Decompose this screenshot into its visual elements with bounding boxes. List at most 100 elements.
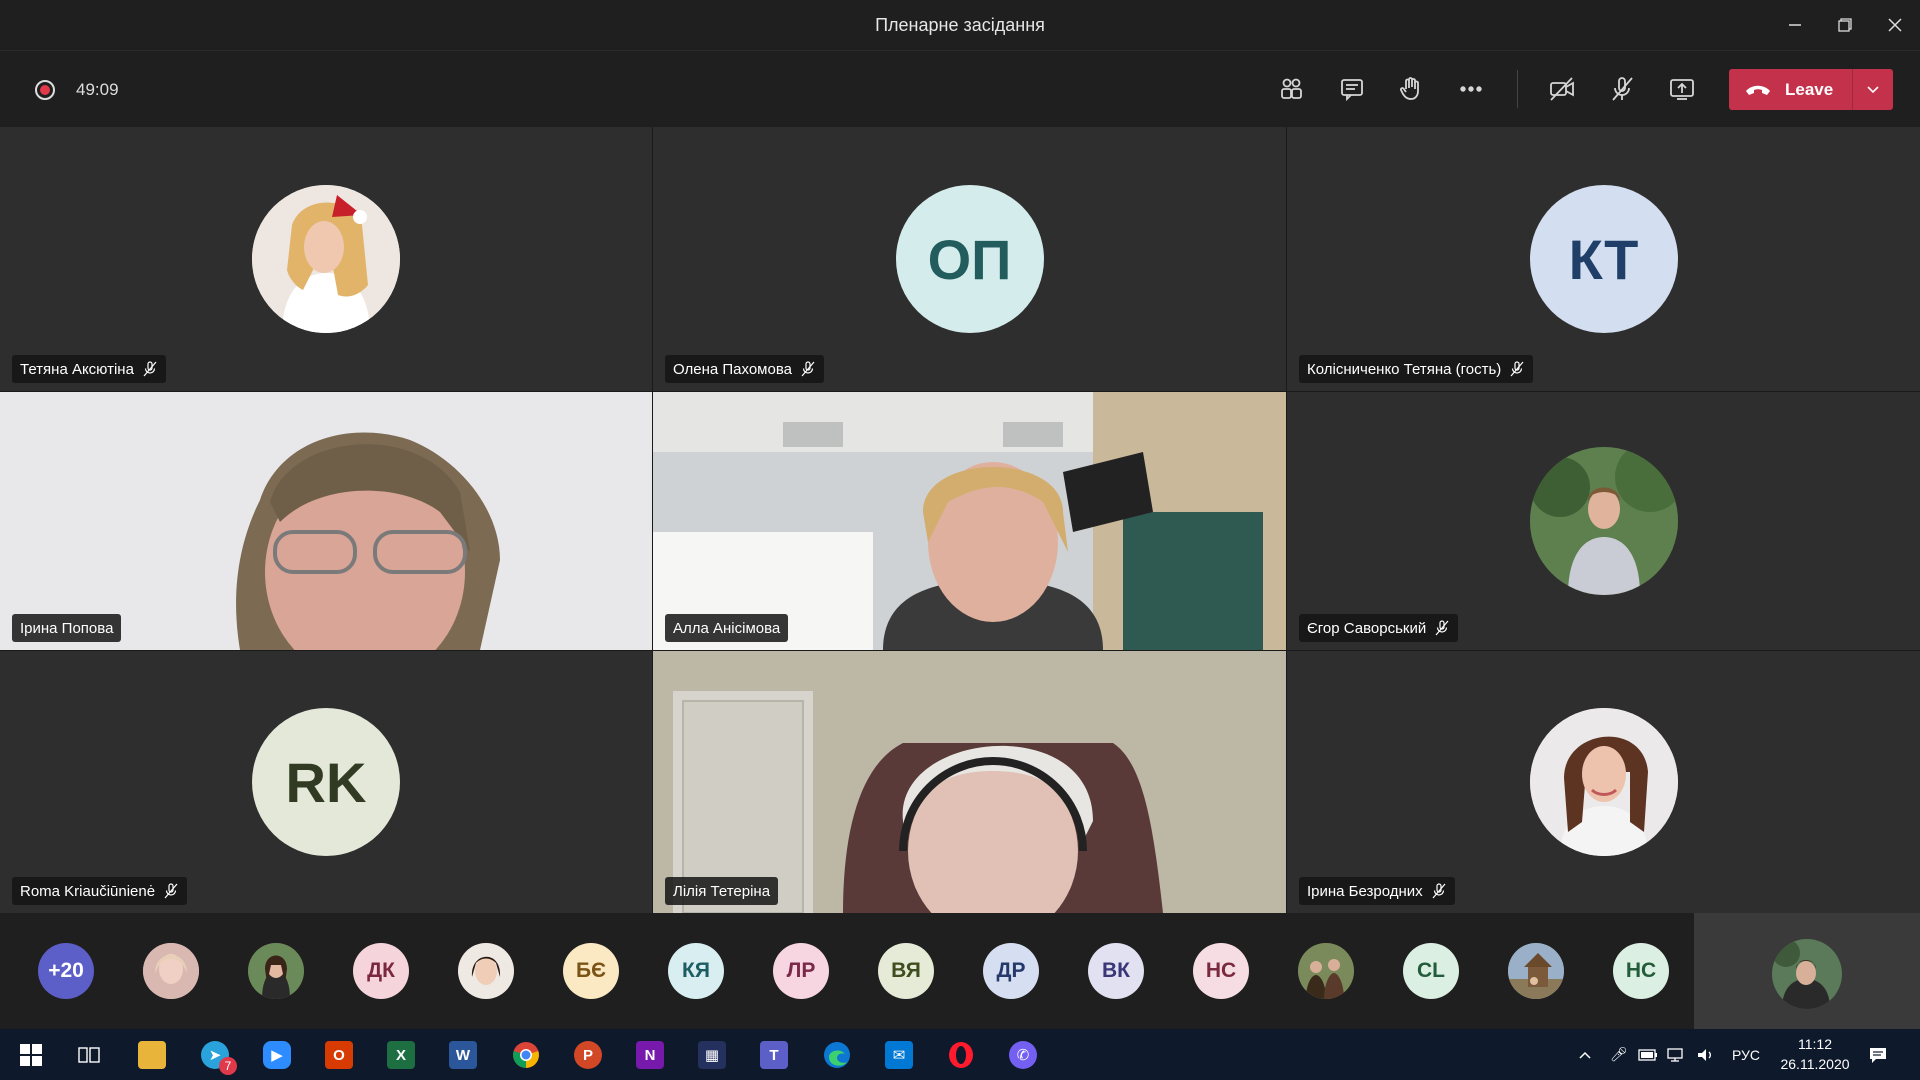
participant-video-tile[interactable]: Ірина Попова bbox=[0, 392, 652, 650]
participant-avatar[interactable]: БЄ bbox=[563, 943, 619, 999]
mic-off-icon bbox=[1435, 620, 1449, 636]
telegram-button[interactable]: ➤ 7 bbox=[195, 1035, 237, 1075]
participant-name: Ірина Попова bbox=[20, 619, 114, 637]
camera-toggle-button[interactable] bbox=[1540, 69, 1584, 109]
onenote-button[interactable]: N bbox=[630, 1035, 670, 1075]
participant-tile[interactable]: Єгор Саворський bbox=[1287, 392, 1920, 650]
action-center-icon[interactable] bbox=[1868, 1029, 1888, 1080]
participant-name: Колісниченко Тетяна (гость) bbox=[1307, 360, 1502, 378]
people-icon bbox=[1281, 78, 1302, 99]
word-button[interactable]: W bbox=[443, 1035, 483, 1075]
participant-tile[interactable]: Ірина Безродних bbox=[1287, 651, 1920, 913]
participant-avatar[interactable]: ДР bbox=[983, 943, 1039, 999]
participants-button[interactable] bbox=[1269, 69, 1313, 109]
microphone-tray-icon[interactable]: 🎤︎ bbox=[1610, 1029, 1628, 1080]
file-explorer-button[interactable] bbox=[132, 1035, 172, 1075]
battery-icon[interactable] bbox=[1638, 1029, 1658, 1080]
viber-icon: ✆ bbox=[1009, 1041, 1037, 1069]
hand-icon bbox=[1400, 77, 1419, 100]
word-icon: W bbox=[449, 1041, 477, 1069]
folder-icon bbox=[138, 1041, 166, 1069]
leave-button[interactable]: Leave bbox=[1729, 69, 1893, 110]
participant-avatar[interactable] bbox=[1298, 943, 1354, 999]
mail-icon: ✉ bbox=[885, 1041, 913, 1069]
toolbar-divider bbox=[1517, 70, 1518, 108]
office-icon: O bbox=[325, 1041, 353, 1069]
office-button[interactable]: O bbox=[319, 1035, 359, 1075]
participant-name-tag: Ірина Попова bbox=[12, 614, 122, 642]
excel-button[interactable]: X bbox=[381, 1035, 421, 1075]
participant-name-tag: Єгор Саворський bbox=[1299, 614, 1459, 642]
chrome-button[interactable] bbox=[506, 1035, 546, 1075]
participant-name: Лілія Тетеріна bbox=[673, 882, 771, 900]
mail-button[interactable]: ✉ bbox=[879, 1035, 919, 1075]
participant-avatar[interactable]: НС bbox=[1613, 943, 1669, 999]
participant-avatar[interactable]: НС bbox=[1193, 943, 1249, 999]
network-icon[interactable] bbox=[1666, 1029, 1686, 1080]
mic-off-icon bbox=[143, 361, 157, 377]
self-avatar bbox=[1772, 939, 1842, 1009]
mic-off-icon bbox=[164, 883, 178, 899]
clock-date: 26.11.2020 bbox=[1780, 1056, 1850, 1072]
taskbar-clock[interactable]: 11:12 26.11.2020 bbox=[1770, 1034, 1860, 1074]
opera-icon bbox=[949, 1042, 973, 1068]
participant-tile[interactable]: КТ Колісниченко Тетяна (гость) bbox=[1287, 127, 1920, 391]
onenote-icon: N bbox=[636, 1041, 664, 1069]
participant-avatar[interactable] bbox=[458, 943, 514, 999]
powerpoint-button[interactable]: P bbox=[568, 1035, 608, 1075]
participant-avatar[interactable] bbox=[143, 943, 199, 999]
participant-avatar[interactable] bbox=[248, 943, 304, 999]
viber-button[interactable]: ✆ bbox=[1003, 1035, 1043, 1075]
calculator-button[interactable]: ▦ bbox=[692, 1035, 732, 1075]
participant-name-tag: Олена Пахомова bbox=[665, 355, 824, 383]
opera-button[interactable] bbox=[941, 1035, 981, 1075]
mic-off-icon bbox=[1432, 883, 1446, 899]
participant-name: Єгор Саворський bbox=[1307, 619, 1427, 637]
participant-avatar[interactable]: ВЯ bbox=[878, 943, 934, 999]
teams-button[interactable]: T bbox=[744, 1029, 804, 1080]
meeting-toolbar: 49:09 Leave bbox=[0, 51, 1920, 127]
start-button[interactable] bbox=[11, 1035, 51, 1075]
raise-hand-button[interactable] bbox=[1389, 69, 1433, 109]
language-indicator[interactable]: РУС bbox=[1732, 1029, 1760, 1080]
chevron-down-icon[interactable] bbox=[1853, 69, 1893, 110]
restore-icon[interactable] bbox=[1820, 0, 1870, 50]
volume-icon[interactable] bbox=[1696, 1029, 1716, 1080]
camera-off-icon bbox=[1550, 77, 1574, 101]
participant-strip: +20 ДК БЄ КЯ ЛР ВЯ ДР ВК НС CL НС bbox=[0, 913, 1920, 1029]
minimize-icon[interactable] bbox=[1770, 0, 1820, 50]
edge-icon bbox=[824, 1042, 850, 1068]
avatar: ОП bbox=[895, 185, 1044, 333]
participant-avatar[interactable] bbox=[1508, 943, 1564, 999]
powerpoint-icon: P bbox=[574, 1041, 602, 1069]
participant-name: Алла Анісімова bbox=[673, 619, 781, 637]
avatar bbox=[252, 185, 400, 333]
participant-avatar[interactable]: ЛР bbox=[773, 943, 829, 999]
more-participants-button[interactable]: +20 bbox=[38, 943, 94, 999]
participant-video-tile[interactable]: Лілія Тетеріна bbox=[653, 651, 1286, 913]
participant-tile[interactable]: RK Roma Kriaučiūnienė bbox=[0, 651, 652, 913]
more-actions-button[interactable] bbox=[1449, 69, 1493, 109]
leave-label: Leave bbox=[1785, 79, 1834, 99]
participant-tile[interactable]: Тетяна Аксютіна bbox=[0, 127, 652, 391]
tray-chevron-icon[interactable] bbox=[1578, 1029, 1592, 1080]
participant-avatar[interactable]: ВК bbox=[1088, 943, 1144, 999]
notification-badge: 7 bbox=[219, 1057, 237, 1075]
share-button[interactable] bbox=[1660, 69, 1704, 109]
edge-button[interactable] bbox=[817, 1035, 857, 1075]
task-view-button[interactable] bbox=[69, 1035, 109, 1075]
close-icon[interactable] bbox=[1870, 0, 1920, 50]
participant-video-tile[interactable]: Алла Анісімова bbox=[653, 392, 1286, 650]
participant-avatar[interactable]: CL bbox=[1403, 943, 1459, 999]
chat-button[interactable] bbox=[1330, 69, 1374, 109]
mic-toggle-button[interactable] bbox=[1600, 69, 1644, 109]
participant-tile[interactable]: ОП Олена Пахомова bbox=[653, 127, 1286, 391]
chat-icon bbox=[1341, 79, 1363, 102]
participant-avatar[interactable]: ДК bbox=[353, 943, 409, 999]
window-title: Пленарне засідання bbox=[875, 15, 1045, 35]
zoom-button[interactable]: ▶ bbox=[257, 1035, 297, 1075]
participant-name: Олена Пахомова bbox=[673, 360, 792, 378]
avatar: КТ bbox=[1529, 185, 1678, 333]
participant-avatar[interactable]: КЯ bbox=[668, 943, 724, 999]
calculator-icon: ▦ bbox=[698, 1041, 726, 1069]
